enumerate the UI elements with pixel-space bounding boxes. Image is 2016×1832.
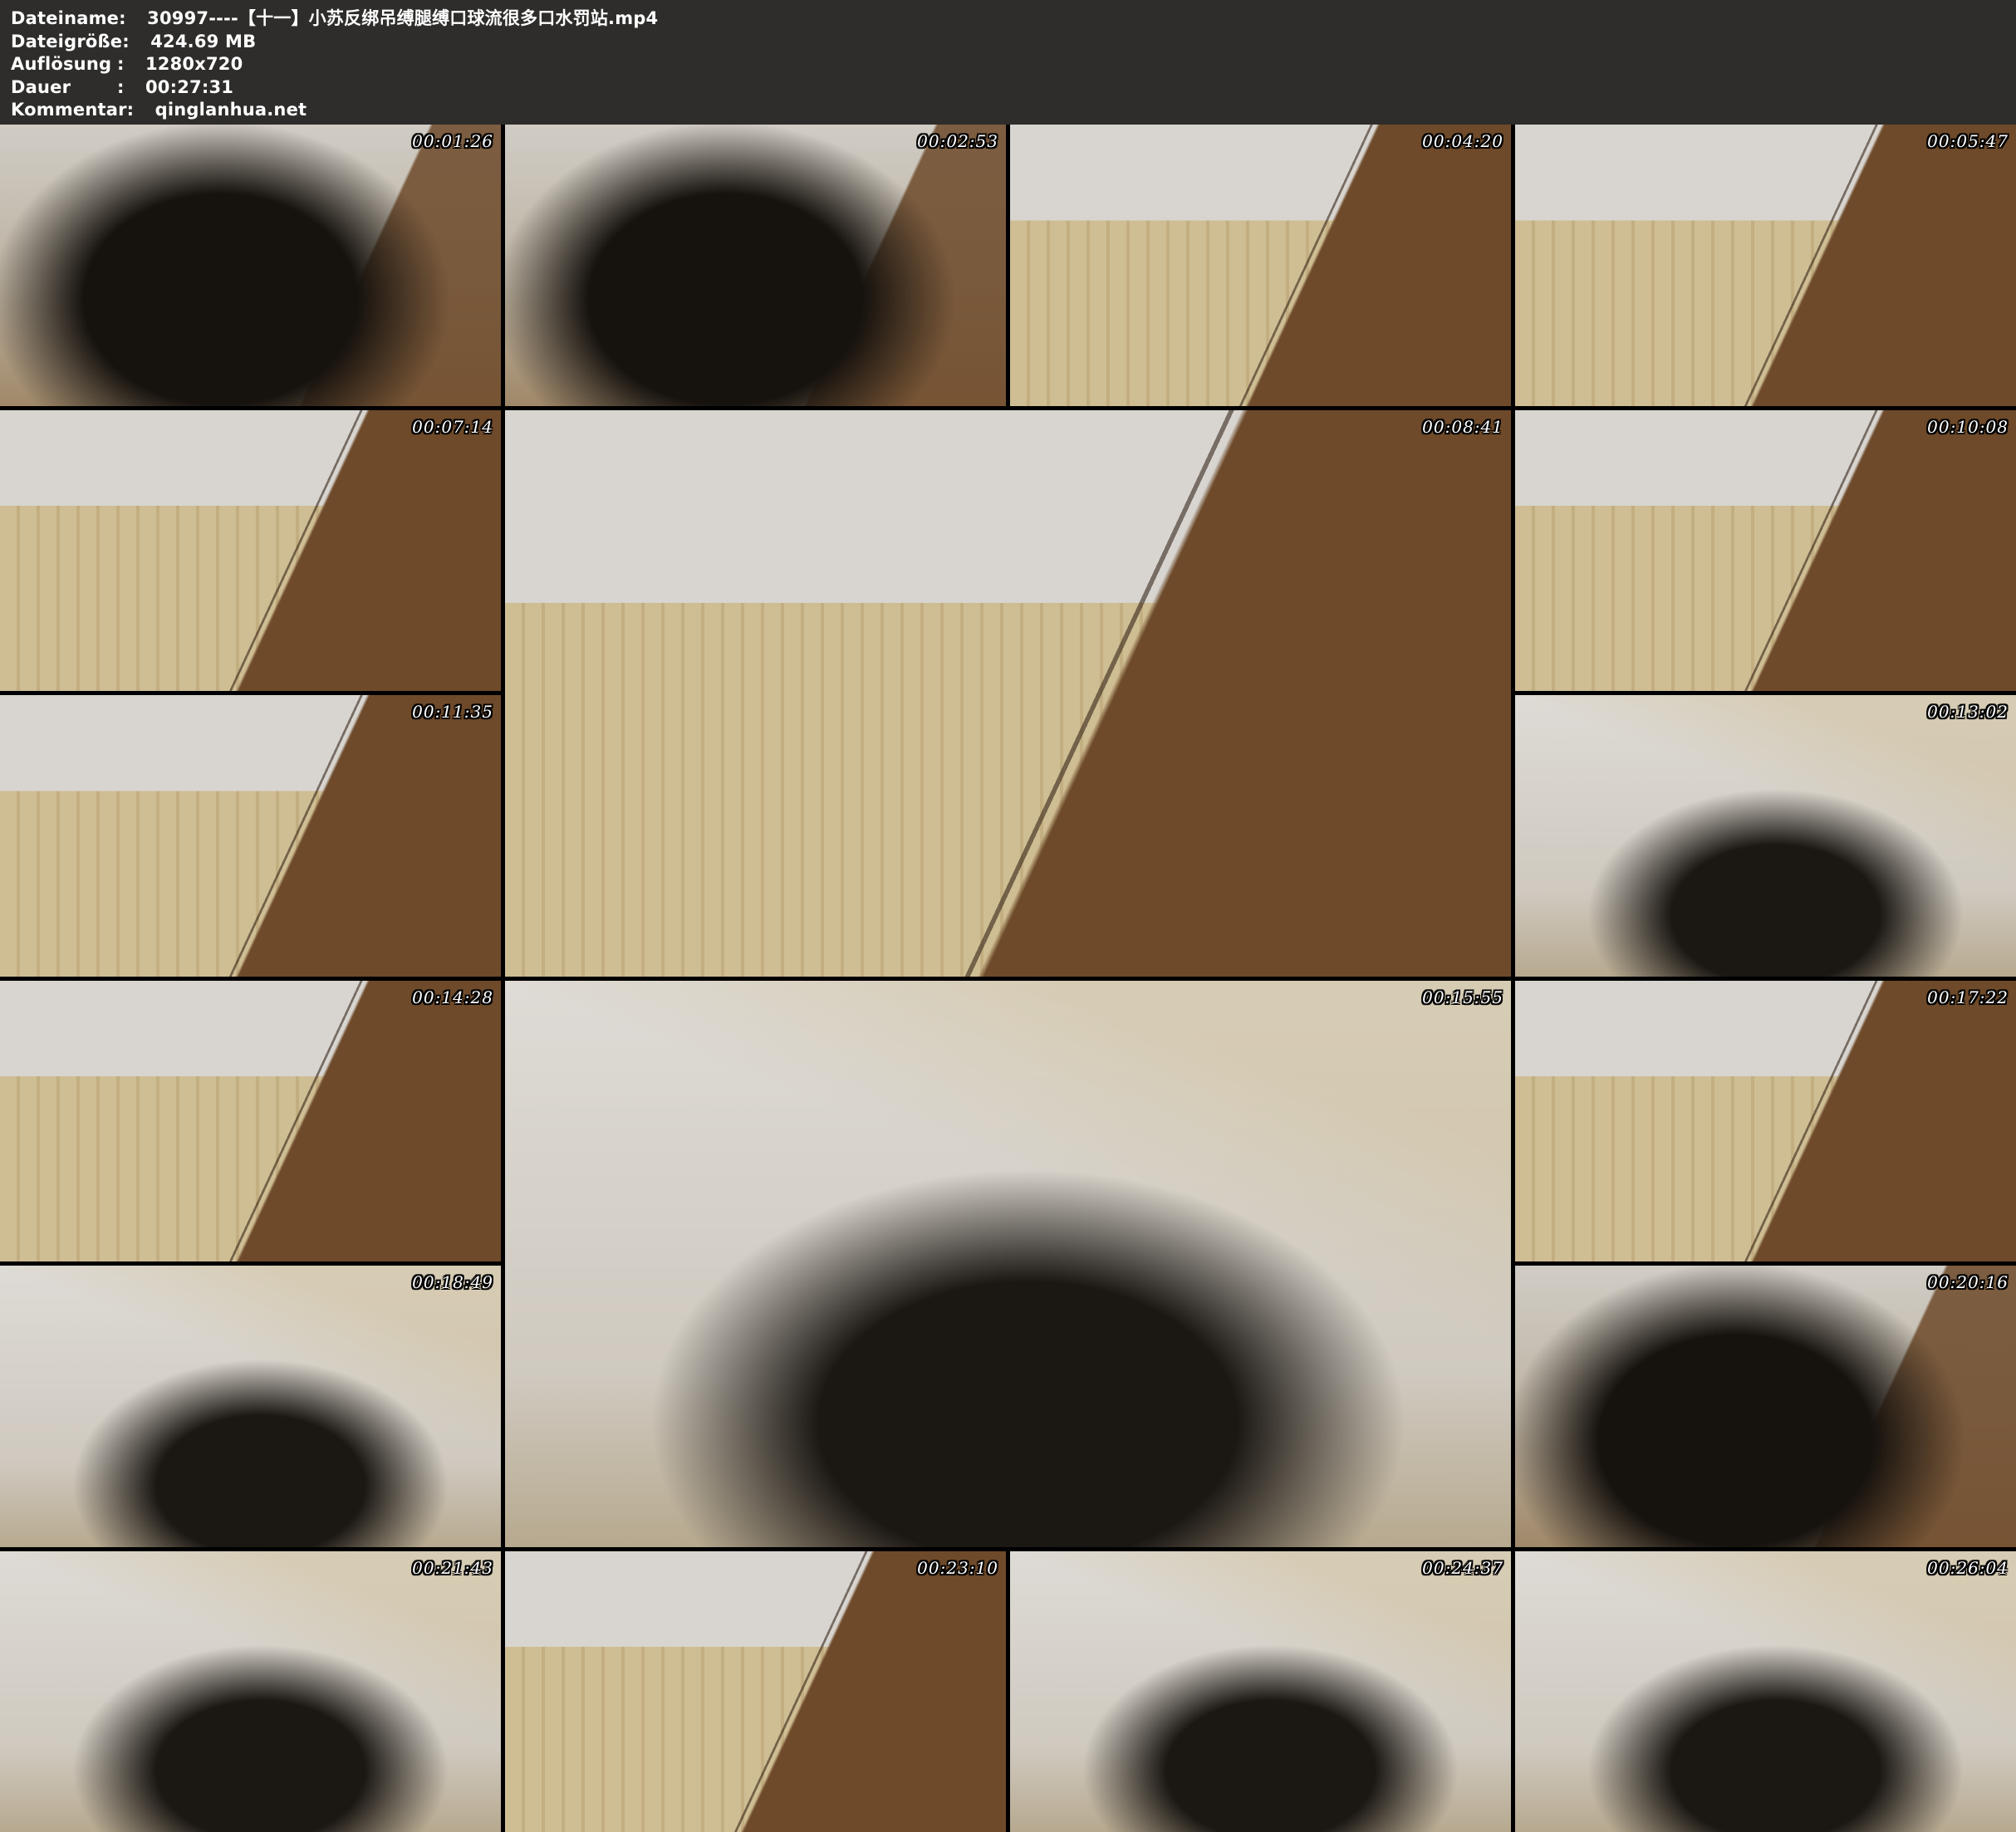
timestamp-overlay: 00:15:55: [1422, 987, 1503, 1007]
timestamp-overlay: 00:17:22: [1927, 987, 2009, 1007]
timestamp-overlay: 00:26:04: [1927, 1558, 2009, 1578]
meta-separator: :: [117, 53, 134, 76]
video-thumbnail[interactable]: 00:07:14: [0, 410, 501, 692]
thumbnail-placeholder-art: [1010, 1551, 1511, 1832]
timestamp-overlay: 00:04:20: [1422, 131, 1503, 151]
meta-label: Auflösung: [11, 53, 117, 76]
video-thumbnail[interactable]: 00:23:10: [505, 1551, 1006, 1832]
video-thumbnail[interactable]: 00:13:02: [1515, 695, 2016, 977]
meta-label: Dateiname: [11, 7, 119, 31]
thumbnail-placeholder-art: [0, 1266, 501, 1547]
meta-separator: :: [122, 31, 139, 54]
meta-row-duration: Dauer : 00:27:31: [11, 76, 2016, 100]
meta-value-filesize: 424.69 MB: [150, 31, 256, 54]
thumbnail-placeholder-art: [1010, 125, 1511, 406]
meta-separator: :: [119, 7, 135, 31]
thumbnail-placeholder-art: [0, 1551, 501, 1832]
thumbnail-placeholder-art: [1515, 125, 2016, 406]
video-thumbnail[interactable]: 00:15:55: [505, 981, 1511, 1547]
timestamp-overlay: 00:21:43: [412, 1558, 493, 1578]
meta-value-resolution: 1280x720: [145, 53, 243, 76]
timestamp-overlay: 00:13:02: [1927, 702, 2009, 722]
video-thumbnail[interactable]: 00:18:49: [0, 1266, 501, 1547]
meta-row-comment: Kommentar : qinglanhua.net: [11, 99, 2016, 122]
video-thumbnail[interactable]: 00:11:35: [0, 695, 501, 977]
timestamp-overlay: 00:01:26: [412, 131, 493, 151]
thumbnail-placeholder-art: [505, 1551, 1006, 1832]
meta-value-filename: 30997----【十一】小苏反绑吊缚腿缚口球流很多口水罚站.mp4: [147, 7, 658, 31]
video-thumbnail[interactable]: 00:14:28: [0, 981, 501, 1262]
video-thumbnail[interactable]: 00:20:16: [1515, 1266, 2016, 1547]
video-thumbnail[interactable]: 00:04:20: [1010, 125, 1511, 406]
video-thumbnail[interactable]: 00:17:22: [1515, 981, 2016, 1262]
thumbnail-placeholder-art: [1515, 1266, 2016, 1547]
video-thumbnail[interactable]: 00:26:04: [1515, 1551, 2016, 1832]
timestamp-overlay: 00:05:47: [1927, 131, 2009, 151]
thumbnail-placeholder-art: [505, 410, 1511, 977]
meta-row-filename: Dateiname : 30997----【十一】小苏反绑吊缚腿缚口球流很多口水…: [11, 7, 2016, 31]
thumbnail-placeholder-art: [1515, 981, 2016, 1262]
timestamp-overlay: 00:14:28: [412, 987, 493, 1007]
timestamp-overlay: 00:02:53: [917, 131, 998, 151]
thumbnail-placeholder-art: [0, 410, 501, 692]
timestamp-overlay: 00:20:16: [1927, 1272, 2009, 1292]
thumbnail-placeholder-art: [0, 981, 501, 1262]
thumbnail-placeholder-art: [0, 125, 501, 406]
meta-row-filesize: Dateigröße : 424.69 MB: [11, 31, 2016, 54]
meta-label: Dateigröße: [11, 31, 122, 54]
meta-value-duration: 00:27:31: [145, 76, 233, 100]
timestamp-overlay: 00:08:41: [1422, 417, 1503, 437]
thumbnail-placeholder-art: [1515, 695, 2016, 977]
thumbnail-placeholder-art: [1515, 410, 2016, 692]
meta-separator: :: [117, 76, 134, 100]
meta-row-resolution: Auflösung : 1280x720: [11, 53, 2016, 76]
video-thumbnail[interactable]: 00:08:41: [505, 410, 1511, 977]
timestamp-overlay: 00:18:49: [412, 1272, 493, 1292]
video-thumbnail[interactable]: 00:21:43: [0, 1551, 501, 1832]
video-thumbnail[interactable]: 00:24:37: [1010, 1551, 1511, 1832]
timestamp-overlay: 00:10:08: [1927, 417, 2009, 437]
meta-separator: :: [127, 99, 144, 122]
thumbnail-placeholder-art: [0, 695, 501, 977]
video-thumbnail[interactable]: 00:05:47: [1515, 125, 2016, 406]
video-thumbnail[interactable]: 00:10:08: [1515, 410, 2016, 692]
video-contact-sheet: Dateiname : 30997----【十一】小苏反绑吊缚腿缚口球流很多口水…: [0, 0, 2016, 1832]
meta-value-comment: qinglanhua.net: [155, 99, 307, 122]
meta-label: Dauer: [11, 76, 117, 100]
thumbnail-grid: 00:01:26 00:02:53 00:04:20 00:05:47 00:0…: [0, 125, 2016, 1832]
timestamp-overlay: 00:11:35: [412, 702, 493, 722]
meta-label: Kommentar: [11, 99, 127, 122]
video-thumbnail[interactable]: 00:01:26: [0, 125, 501, 406]
thumbnail-placeholder-art: [505, 125, 1006, 406]
video-thumbnail[interactable]: 00:02:53: [505, 125, 1006, 406]
thumbnail-placeholder-art: [505, 981, 1511, 1547]
metadata-header: Dateiname : 30997----【十一】小苏反绑吊缚腿缚口球流很多口水…: [0, 0, 2016, 125]
thumbnail-placeholder-art: [1515, 1551, 2016, 1832]
timestamp-overlay: 00:24:37: [1422, 1558, 1503, 1578]
timestamp-overlay: 00:07:14: [412, 417, 493, 437]
timestamp-overlay: 00:23:10: [917, 1558, 998, 1578]
